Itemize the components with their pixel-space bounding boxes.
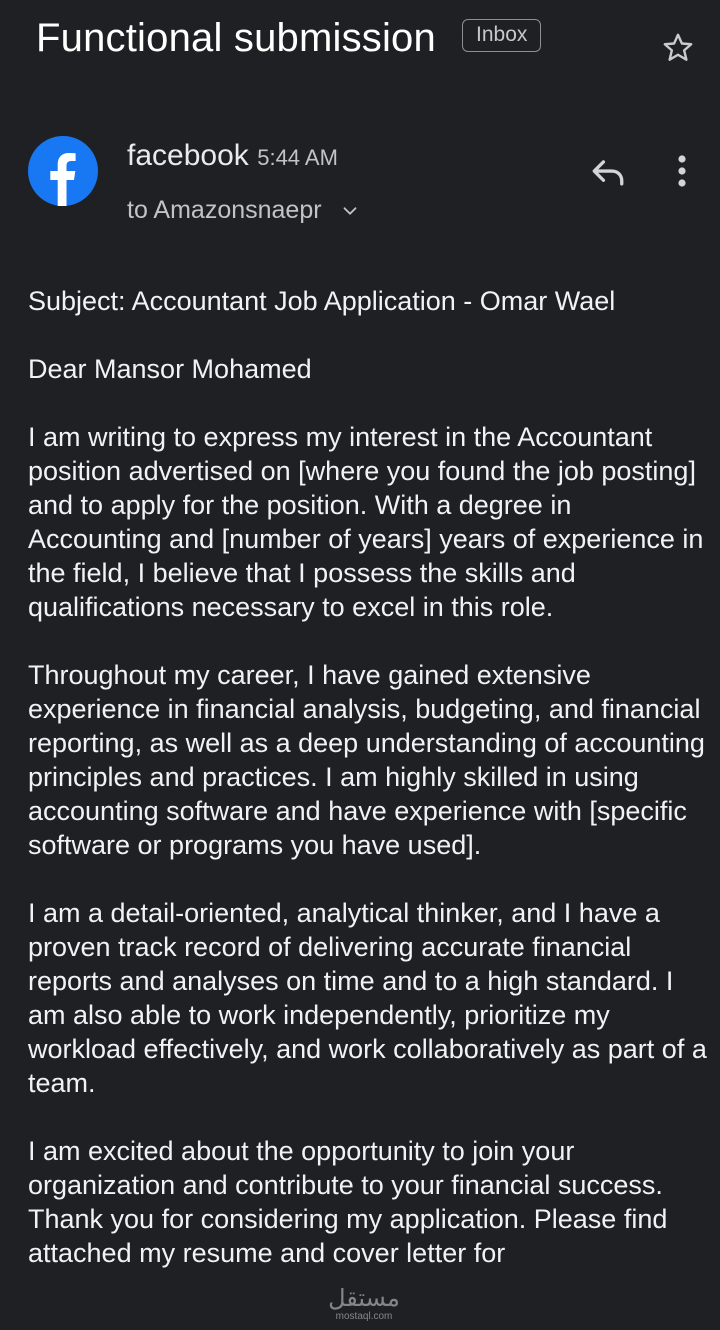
body-paragraph: I am writing to express my interest in t… xyxy=(28,422,704,622)
star-outline-icon xyxy=(663,33,693,61)
email-body: Subject: Accountant Job Application - Om… xyxy=(28,284,708,1304)
recipient-details-toggle[interactable]: to Amazonsnaepr xyxy=(127,192,361,228)
more-vertical-icon xyxy=(678,155,686,187)
sender-line: facebook 5:44 AM xyxy=(127,136,338,176)
body-paragraph: Throughout my career, I have gained exte… xyxy=(28,660,705,860)
sender-avatar[interactable] xyxy=(28,136,98,206)
email-subject-title: Functional submission xyxy=(36,16,436,60)
body-paragraph: I am excited about the opportunity to jo… xyxy=(28,1136,668,1268)
more-options-button[interactable] xyxy=(662,150,702,194)
star-button[interactable] xyxy=(660,30,696,66)
recipient-text: to Amazonsnaepr xyxy=(127,196,322,224)
chevron-down-icon xyxy=(343,207,356,216)
email-header: Functional submission Inbox xyxy=(0,0,720,90)
facebook-logo-icon xyxy=(28,136,98,206)
body-paragraph: I am a detail-oriented, analytical think… xyxy=(28,898,707,1098)
sent-time: 5:44 AM xyxy=(257,145,338,170)
watermark-url: mostaql.com xyxy=(335,1311,393,1322)
inbox-label-chip[interactable]: Inbox xyxy=(462,19,542,52)
body-subject-line: Subject: Accountant Job Application - Om… xyxy=(28,286,616,316)
reply-button[interactable] xyxy=(586,150,630,194)
body-greeting: Dear Mansor Mohamed xyxy=(28,354,312,384)
sender-name[interactable]: facebook xyxy=(127,139,249,172)
reply-icon xyxy=(592,160,624,186)
